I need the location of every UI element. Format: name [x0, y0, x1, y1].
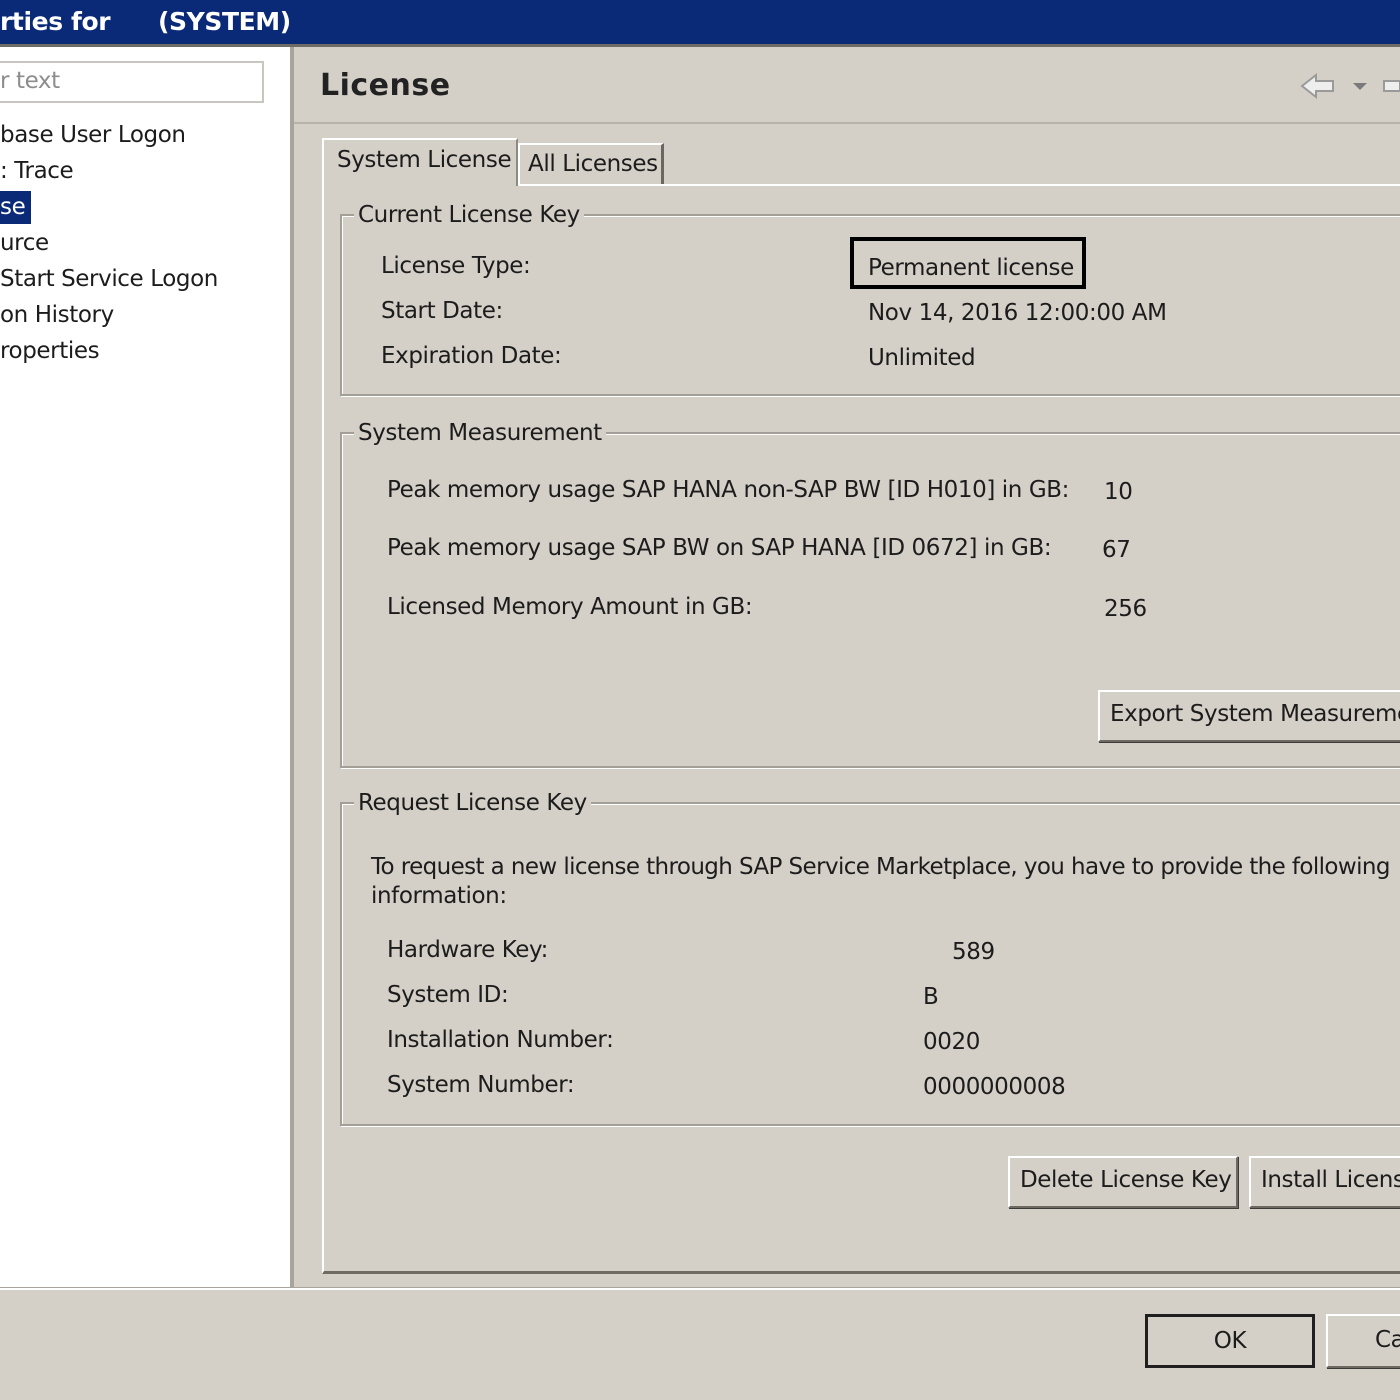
- measurement-value: 256: [1104, 596, 1147, 622]
- system-measurement-title: System Measurement: [354, 420, 606, 446]
- hardware-key-value: 589: [952, 939, 995, 965]
- nav-item-properties[interactable]: roperties: [0, 338, 100, 364]
- installation-number-value: 0020: [923, 1029, 980, 1055]
- nav-item-history[interactable]: on History: [0, 302, 114, 328]
- measurement-value: 10: [1104, 479, 1133, 505]
- nav-item-resource[interactable]: urce: [0, 230, 49, 256]
- back-arrow-icon[interactable]: [1300, 72, 1336, 100]
- nav-item-license[interactable]: se: [0, 194, 26, 220]
- system-number-value: 0000000008: [923, 1074, 1066, 1100]
- header-divider: [294, 122, 1400, 124]
- forward-arrow-icon[interactable]: [1382, 72, 1400, 100]
- ok-button-label: OK: [1213, 1328, 1247, 1354]
- tab-all-licenses-label: All Licenses: [528, 151, 658, 177]
- filter-placeholder: r text: [0, 68, 60, 94]
- start-date-value: Nov 14, 2016 12:00:00 AM: [868, 300, 1167, 326]
- pane-splitter[interactable]: [290, 47, 294, 1287]
- tab-system-license-label: System License: [337, 147, 512, 173]
- expiration-date-label: Expiration Date:: [381, 343, 562, 369]
- expiration-date-value: Unlimited: [868, 345, 976, 371]
- chevron-down-icon[interactable]: [1350, 78, 1370, 94]
- ok-button[interactable]: OK: [1145, 1314, 1315, 1368]
- footer-divider: [0, 1287, 1400, 1290]
- nav-item-database-user-logon[interactable]: base User Logon: [0, 122, 186, 148]
- request-description-line1: To request a new license through SAP Ser…: [371, 854, 1390, 880]
- system-number-label: System Number:: [387, 1072, 575, 1098]
- window-title: rties for: [0, 7, 111, 36]
- window-system: (SYSTEM): [158, 7, 291, 36]
- export-button-label: Export System Measureme: [1110, 701, 1400, 727]
- install-button-label: Install Licens: [1261, 1167, 1400, 1193]
- hardware-key-label: Hardware Key:: [387, 937, 548, 963]
- license-type-value: Permanent license: [868, 255, 1074, 281]
- nav-item-start-service-logon[interactable]: Start Service Logon: [0, 266, 218, 292]
- current-license-title: Current License Key: [354, 202, 584, 228]
- license-type-label: License Type:: [381, 253, 531, 279]
- system-id-label: System ID:: [387, 982, 509, 1008]
- delete-button-label: Delete License Key: [1020, 1167, 1232, 1193]
- cancel-button-label: Ca: [1375, 1327, 1400, 1353]
- install-license-key-button[interactable]: Install Licens: [1249, 1156, 1400, 1208]
- measurement-label: Peak memory usage SAP HANA non-SAP BW [I…: [387, 477, 1070, 503]
- delete-license-key-button[interactable]: Delete License Key: [1008, 1156, 1238, 1208]
- title-bar: rties for (SYSTEM): [0, 0, 1400, 44]
- nav-item-trace[interactable]: : Trace: [0, 158, 74, 184]
- request-license-title: Request License Key: [354, 790, 591, 816]
- system-id-value: B: [923, 984, 939, 1010]
- measurement-value: 67: [1102, 537, 1131, 563]
- measurement-label: Licensed Memory Amount in GB:: [387, 594, 753, 620]
- installation-number-label: Installation Number:: [387, 1027, 614, 1053]
- export-system-measurement-button[interactable]: Export System Measureme: [1098, 690, 1400, 742]
- page-title: License: [320, 68, 451, 103]
- start-date-label: Start Date:: [381, 298, 503, 324]
- measurement-label: Peak memory usage SAP BW on SAP HANA [ID…: [387, 535, 1052, 561]
- request-description-line2: information:: [371, 883, 507, 909]
- cancel-button[interactable]: Ca: [1326, 1314, 1400, 1368]
